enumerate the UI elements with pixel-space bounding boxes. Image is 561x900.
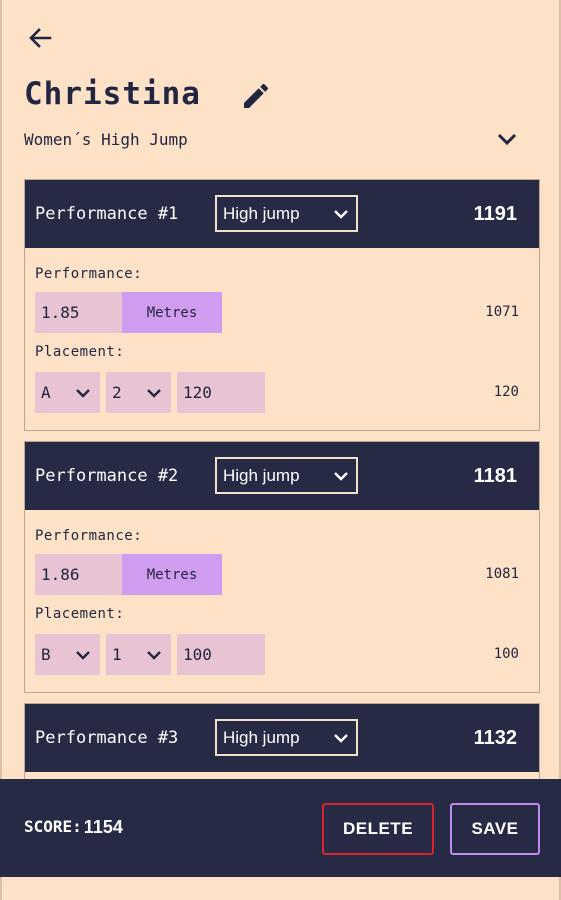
discipline-select-value: High jump: [223, 465, 300, 485]
performance-label: Performance:: [35, 266, 143, 282]
placement-label: Placement:: [35, 344, 125, 360]
round-select-value: A: [41, 383, 51, 402]
performance-score: 1181: [473, 464, 517, 487]
save-button[interactable]: SAVE: [450, 803, 540, 855]
performance-card-2: Performance #2 High jump 1181 Performanc…: [24, 441, 540, 693]
total-score: SCORE: 1154: [24, 817, 123, 838]
event-name: Women´s High Jump: [24, 130, 188, 149]
performance-points: 1071: [485, 304, 519, 320]
performance-label: Performance:: [35, 528, 143, 544]
performance-score: 1191: [473, 202, 517, 225]
performance-points: 1081: [485, 566, 519, 582]
edit-pencil-icon[interactable]: [240, 80, 272, 112]
placement-points: 100: [493, 646, 519, 662]
chevron-down-icon: [76, 651, 90, 660]
expand-chevron-down-icon[interactable]: [492, 124, 522, 154]
score-label: SCORE:: [24, 817, 82, 836]
chevron-down-icon: [334, 472, 348, 481]
discipline-select-value: High jump: [223, 727, 300, 747]
frame-edge-left: [0, 0, 2, 900]
placement-points: 120: [493, 384, 519, 400]
unit-button[interactable]: Metres: [122, 292, 222, 333]
performance-card-3: Performance #3 High jump 1132: [24, 703, 540, 772]
footer-bar: SCORE: 1154 DELETE SAVE: [0, 779, 561, 877]
place-select[interactable]: 1: [106, 634, 171, 675]
chevron-down-icon: [76, 389, 90, 398]
performance-input[interactable]: 1.85: [35, 292, 123, 333]
performance-title: Performance #1: [35, 204, 179, 224]
round-select[interactable]: B: [35, 634, 100, 675]
athlete-name: Christina: [24, 76, 201, 112]
performance-card-header: Performance #1 High jump 1191: [25, 180, 539, 248]
placement-input[interactable]: 120: [177, 372, 265, 413]
placement-input[interactable]: 100: [177, 634, 265, 675]
score-value: 1154: [83, 817, 123, 837]
discipline-select[interactable]: High jump: [215, 719, 358, 756]
unit-button[interactable]: Metres: [122, 554, 222, 595]
performance-score: 1132: [473, 726, 517, 749]
discipline-select-value: High jump: [223, 203, 300, 223]
discipline-select[interactable]: High jump: [215, 457, 358, 494]
chevron-down-icon: [147, 389, 161, 398]
delete-button[interactable]: DELETE: [322, 803, 434, 855]
performance-card-1: Performance #1 High jump 1191 Performanc…: [24, 179, 540, 431]
round-select-value: B: [41, 645, 51, 664]
performance-card-header: Performance #3 High jump 1132: [25, 704, 539, 772]
chevron-down-icon: [147, 651, 161, 660]
place-select-value: 2: [112, 383, 122, 402]
chevron-down-icon: [334, 210, 348, 219]
performance-title: Performance #2: [35, 466, 179, 486]
place-select[interactable]: 2: [106, 372, 171, 413]
performance-card-header: Performance #2 High jump 1181: [25, 442, 539, 510]
discipline-select[interactable]: High jump: [215, 195, 358, 232]
round-select[interactable]: A: [35, 372, 100, 413]
chevron-down-icon: [334, 734, 348, 743]
back-arrow-icon[interactable]: [24, 22, 56, 54]
place-select-value: 1: [112, 645, 122, 664]
performance-title: Performance #3: [35, 728, 179, 748]
performance-input[interactable]: 1.86: [35, 554, 123, 595]
placement-label: Placement:: [35, 606, 125, 622]
